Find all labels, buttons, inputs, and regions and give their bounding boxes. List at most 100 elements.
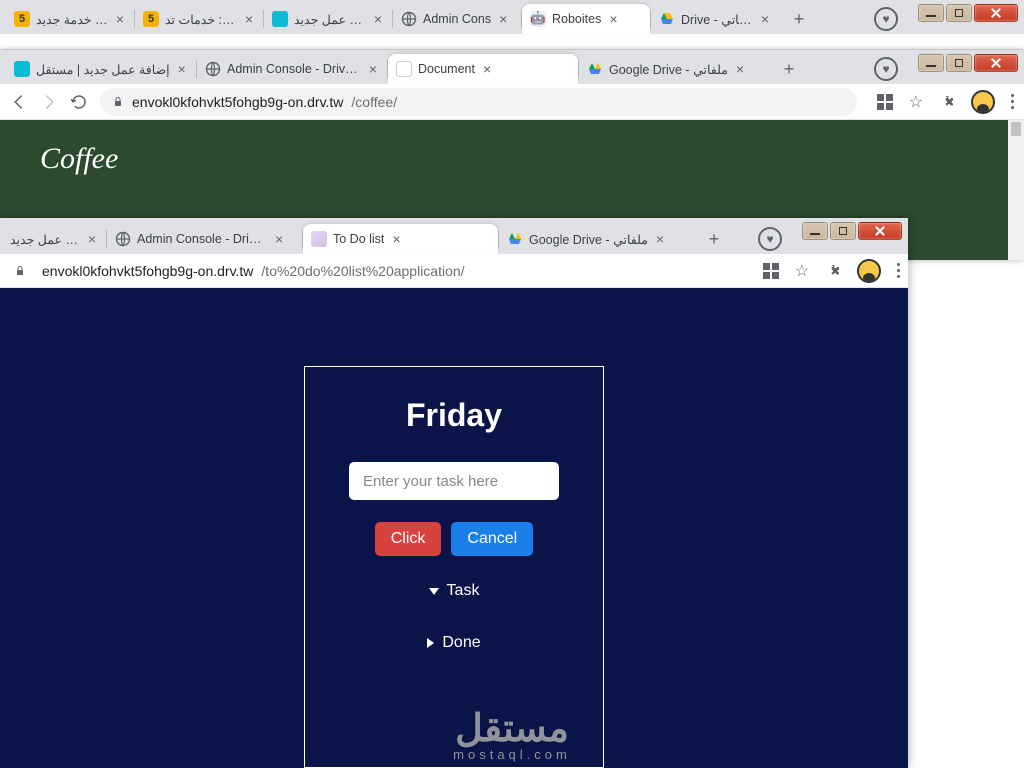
- tab-active[interactable]: To Do list ×: [303, 224, 498, 254]
- watermark-text: مستقل: [453, 706, 571, 751]
- tab-title: Drive - ملفاتي: [681, 12, 753, 27]
- back-icon[interactable]: [10, 93, 28, 111]
- qr-icon[interactable]: [877, 94, 893, 110]
- favicon: 🤖: [530, 11, 546, 27]
- profile-circle-icon[interactable]: ♥: [874, 57, 898, 81]
- new-tab-button[interactable]: +: [700, 225, 728, 253]
- tab-close-icon[interactable]: ×: [736, 62, 744, 76]
- tab-title: Google Drive - ملفاتي: [609, 62, 728, 77]
- extensions-icon[interactable]: [825, 263, 841, 279]
- profile-circle-icon[interactable]: ♥: [874, 7, 898, 31]
- tab-title: To Do list: [333, 232, 384, 246]
- window-maximize[interactable]: [946, 54, 972, 72]
- tab-close-icon[interactable]: ×: [369, 62, 377, 76]
- tabstrip-front: إضافة عمل جديد × Admin Console - DriveTo…: [0, 218, 908, 254]
- toolbar-back: [0, 34, 1024, 50]
- tab-active[interactable]: 🤖 Roboites ×: [522, 4, 650, 34]
- tab-close-icon[interactable]: ×: [116, 12, 124, 26]
- favicon: [272, 11, 288, 27]
- tab-title: إضافة عمل جديد: [294, 12, 366, 27]
- favicon: 5: [14, 11, 30, 27]
- favicon: 5: [143, 11, 159, 27]
- window-close[interactable]: [974, 54, 1018, 72]
- tab-title: Admin Console - DriveTo: [137, 232, 267, 246]
- tab[interactable]: Admin Cons ×: [393, 4, 521, 34]
- tabstrip-middle: إضافة عمل جديد | مستقل × Admin Console -…: [0, 50, 1024, 84]
- new-tab-button[interactable]: +: [785, 5, 813, 33]
- drive-icon: [507, 231, 523, 247]
- document-icon: [396, 61, 412, 77]
- toolbar-front: envokl0kfohvkt5fohgb9g-on.drv.tw/to%20do…: [0, 254, 908, 288]
- tab-active[interactable]: Document ×: [388, 54, 578, 84]
- window-minimize[interactable]: [802, 222, 828, 240]
- bookmark-icon[interactable]: ☆: [909, 92, 923, 112]
- url-host: envokl0kfohvkt5fohgb9g-on.drv.tw: [132, 94, 343, 110]
- tab-close-icon[interactable]: ×: [374, 12, 382, 26]
- todo-app: Friday Click Cancel Task Done: [0, 288, 908, 768]
- tab-title: تعديل: خدمات تد: [165, 12, 237, 27]
- tab[interactable]: إضافة عمل جديد ×: [6, 224, 106, 254]
- watermark: مستقل mostaql.com: [453, 706, 571, 762]
- section-label: Task: [447, 582, 480, 600]
- forward-icon[interactable]: [40, 93, 58, 111]
- new-tab-button[interactable]: +: [775, 55, 803, 83]
- done-section-toggle[interactable]: Done: [327, 634, 581, 652]
- click-button[interactable]: Click: [375, 522, 442, 556]
- tab-close-icon[interactable]: ×: [656, 232, 664, 246]
- chevron-down-icon: [429, 588, 439, 595]
- drive-icon: [659, 11, 675, 27]
- window-close[interactable]: [858, 222, 902, 240]
- tab-close-icon[interactable]: ×: [88, 232, 96, 246]
- bookmark-icon[interactable]: ☆: [795, 261, 809, 281]
- tab-title: أضف خدمة جديد: [36, 12, 108, 27]
- tabstrip-back: 5 أضف خدمة جديد × 5 تعديل: خدمات تد × إض…: [0, 0, 1024, 34]
- profile-avatar[interactable]: [971, 90, 995, 114]
- cancel-button[interactable]: Cancel: [451, 522, 533, 556]
- section-label: Done: [442, 634, 480, 652]
- page-title: Coffee: [0, 120, 1024, 176]
- menu-icon[interactable]: [897, 263, 900, 278]
- tab[interactable]: إضافة عمل جديد | مستقل ×: [6, 54, 196, 84]
- scrollbar[interactable]: [1008, 120, 1024, 260]
- tab-close-icon[interactable]: ×: [483, 62, 491, 76]
- globe-icon: [115, 231, 131, 247]
- tab[interactable]: Drive - ملفاتي ×: [651, 4, 779, 34]
- tab-title: Document: [418, 62, 475, 76]
- toolbar-middle: envokl0kfohvkt5fohgb9g-on.drv.tw/coffee/…: [0, 84, 1024, 120]
- reload-icon[interactable]: [70, 93, 88, 111]
- tab-close-icon[interactable]: ×: [761, 12, 769, 26]
- tab[interactable]: Admin Console - DriveTo ×: [197, 54, 387, 84]
- window-close[interactable]: [974, 4, 1018, 22]
- tab-close-icon[interactable]: ×: [392, 232, 400, 246]
- task-input[interactable]: [349, 462, 559, 500]
- tab[interactable]: Admin Console - DriveTo ×: [107, 224, 302, 254]
- tab-close-icon[interactable]: ×: [275, 232, 283, 246]
- tab-close-icon[interactable]: ×: [499, 12, 507, 26]
- task-section-toggle[interactable]: Task: [327, 582, 581, 600]
- tab[interactable]: إضافة عمل جديد ×: [264, 4, 392, 34]
- window-minimize[interactable]: [918, 54, 944, 72]
- url-path: /to%20do%20list%20application/: [261, 263, 464, 279]
- extensions-icon[interactable]: [939, 94, 955, 110]
- tab[interactable]: 5 أضف خدمة جديد ×: [6, 4, 134, 34]
- window-maximize[interactable]: [946, 4, 972, 22]
- profile-circle-icon[interactable]: ♥: [758, 227, 782, 251]
- address-bar[interactable]: envokl0kfohvkt5fohgb9g-on.drv.tw/to%20do…: [38, 256, 743, 286]
- tab-close-icon[interactable]: ×: [609, 12, 617, 26]
- lock-icon: [14, 265, 26, 277]
- chevron-right-icon: [427, 638, 434, 648]
- qr-icon[interactable]: [763, 263, 779, 279]
- tab-close-icon[interactable]: ×: [178, 62, 186, 76]
- address-bar[interactable]: envokl0kfohvkt5fohgb9g-on.drv.tw/coffee/: [100, 88, 857, 116]
- menu-icon[interactable]: [1011, 94, 1014, 109]
- tab-close-icon[interactable]: ×: [245, 12, 253, 26]
- globe-icon: [401, 11, 417, 27]
- tab[interactable]: Google Drive - ملفاتي ×: [499, 224, 694, 254]
- window-maximize[interactable]: [830, 222, 856, 240]
- tab[interactable]: 5 تعديل: خدمات تد ×: [135, 4, 263, 34]
- profile-avatar[interactable]: [857, 259, 881, 283]
- favicon: [14, 61, 30, 77]
- tab[interactable]: Google Drive - ملفاتي ×: [579, 54, 769, 84]
- window-minimize[interactable]: [918, 4, 944, 22]
- url-host: envokl0kfohvkt5fohgb9g-on.drv.tw: [42, 263, 253, 279]
